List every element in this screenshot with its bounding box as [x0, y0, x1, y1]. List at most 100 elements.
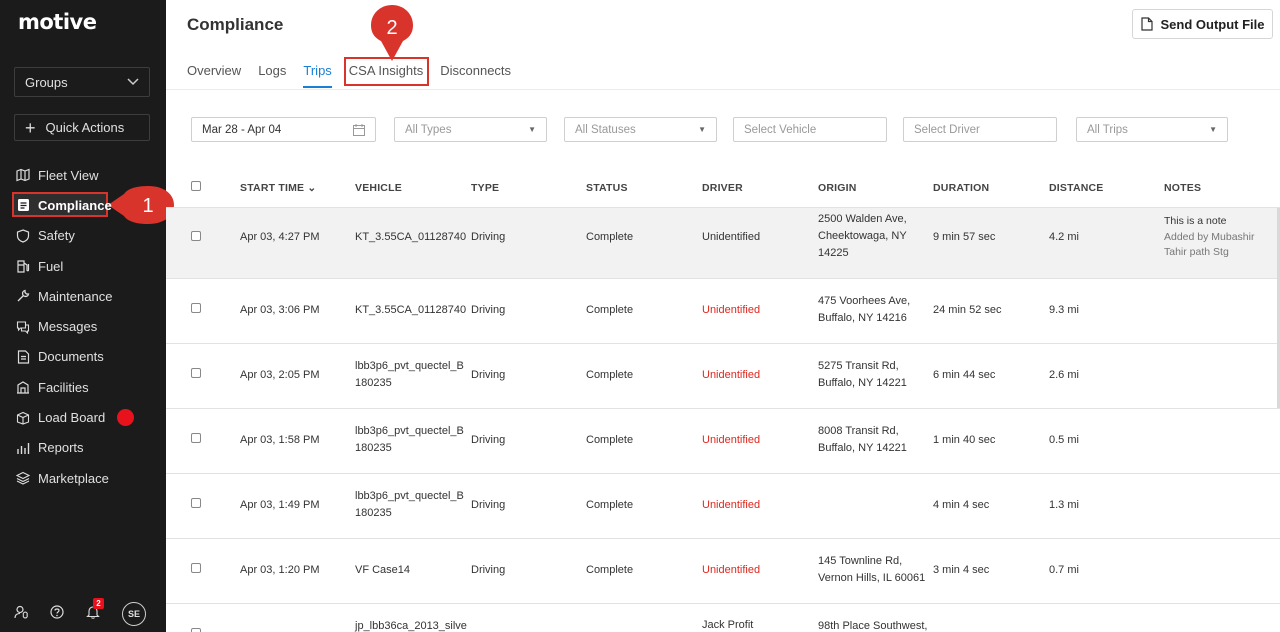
cell-vehicle[interactable]: jp_lbb36ca_2013_silve — [355, 618, 467, 632]
avatar[interactable]: SE — [122, 602, 146, 626]
sidebar-item-label: Messages — [38, 319, 98, 335]
vehicle-select-input[interactable]: Select Vehicle — [733, 117, 887, 142]
user-settings-icon[interactable] — [14, 605, 28, 624]
sidebar-item-documents[interactable]: Documents — [0, 342, 166, 372]
row-checkbox[interactable] — [191, 498, 201, 508]
send-output-file-button[interactable]: Send Output File — [1132, 9, 1273, 39]
cell-distance: 0.7 mi — [1049, 564, 1079, 576]
building-icon — [16, 380, 30, 394]
callout-1-number: 1 — [142, 195, 153, 217]
column-header-origin: ORIGIN — [818, 182, 857, 194]
caret-down-icon: ▼ — [698, 125, 706, 134]
table-row[interactable]: Apr 03, 1:58 PM lbb3p6_pvt_quectel_B 180… — [166, 409, 1280, 474]
driver-select-input[interactable]: Select Driver — [903, 117, 1057, 142]
file-icon — [1140, 17, 1153, 31]
cell-driver[interactable]: Unidentified — [702, 497, 760, 514]
cell-type: Driving — [471, 231, 506, 243]
cell-vehicle[interactable]: lbb3p6_pvt_quectel_B 180235 — [355, 358, 467, 392]
column-header-distance: DISTANCE — [1049, 182, 1104, 194]
cell-type: Driving — [471, 304, 506, 316]
column-header-start-time[interactable]: START TIME ⌄ — [240, 182, 316, 194]
tab-trips[interactable]: Trips — [303, 60, 333, 88]
plus-icon: + — [25, 117, 36, 138]
cell-distance: 2.6 mi — [1049, 369, 1079, 381]
table-row[interactable]: Apr 03, 3:06 PM KT_3.55CA_01128740 Drivi… — [166, 279, 1280, 344]
row-checkbox[interactable] — [191, 231, 201, 241]
cell-status: Complete — [586, 369, 634, 381]
select-all-checkbox[interactable] — [191, 181, 201, 191]
table-row[interactable]: Apr 03, 4:27 PM KT_3.55CA_01128740 Drivi… — [166, 208, 1280, 279]
cell-status: Complete — [586, 304, 634, 316]
row-checkbox[interactable] — [191, 563, 201, 573]
cell-status: Complete — [586, 499, 634, 511]
row-checkbox[interactable] — [191, 628, 201, 632]
motive-logo[interactable]: motive — [18, 10, 97, 34]
chat-icon — [16, 320, 30, 334]
cell-vehicle[interactable]: KT_3.55CA_01128740 — [355, 302, 467, 319]
sidebar-item-label: Facilities — [38, 379, 89, 395]
cell-driver[interactable]: Unidentified — [702, 562, 760, 579]
tab-overview[interactable]: Overview — [187, 60, 241, 88]
cell-origin: 98th Place Southwest, — [818, 620, 928, 632]
main-content: Compliance Send Output File Overview Log… — [166, 0, 1280, 632]
date-range-picker[interactable]: Mar 28 - Apr 04 — [191, 117, 376, 142]
quick-actions-button[interactable]: + Quick Actions — [14, 114, 150, 141]
notifications-button[interactable]: 2 — [86, 597, 104, 624]
cell-driver[interactable]: Unidentified — [702, 367, 760, 384]
column-label: START TIME — [240, 182, 305, 194]
cell-vehicle[interactable]: lbb3p6_pvt_quectel_B 180235 — [355, 423, 467, 457]
sidebar: motive Groups + Quick Actions Fleet View… — [0, 0, 166, 632]
cell-driver[interactable]: Unidentified — [702, 229, 760, 246]
help-icon[interactable] — [50, 604, 64, 624]
sidebar-item-messages[interactable]: Messages — [0, 311, 166, 341]
type-filter-dropdown[interactable]: All Types ▼ — [394, 117, 547, 142]
status-filter-dropdown[interactable]: All Statuses ▼ — [564, 117, 717, 142]
cell-origin: 2500 Walden Ave, Cheektowaga, NY 14225 — [818, 213, 907, 259]
row-checkbox[interactable] — [191, 303, 201, 313]
cell-duration: 24 min 52 sec — [933, 304, 1002, 316]
cell-vehicle[interactable]: lbb3p6_pvt_quectel_B 180235 — [355, 488, 467, 522]
table-row[interactable]: jp_lbb36ca_2013_silve Jack Profit 98th P… — [166, 604, 1280, 632]
cell-distance: 0.5 mi — [1049, 434, 1079, 446]
cell-type: Driving — [471, 564, 506, 576]
cell-start-time: Apr 03, 2:05 PM — [240, 369, 320, 381]
cell-driver[interactable]: Unidentified — [702, 302, 760, 319]
sidebar-item-safety[interactable]: Safety — [0, 221, 166, 251]
table-row[interactable]: Apr 03, 1:49 PM lbb3p6_pvt_quectel_B 180… — [166, 474, 1280, 539]
vehicle-select-placeholder: Select Vehicle — [744, 123, 817, 136]
sort-chevron-icon: ⌄ — [307, 182, 317, 194]
layers-icon — [16, 471, 30, 485]
cell-vehicle[interactable]: VF Case14 — [355, 562, 467, 579]
chart-icon — [16, 441, 30, 455]
sidebar-item-reports[interactable]: Reports — [0, 433, 166, 463]
tab-logs[interactable]: Logs — [258, 60, 286, 88]
cell-type: Driving — [471, 369, 506, 381]
trips-filter-dropdown[interactable]: All Trips ▼ — [1076, 117, 1228, 142]
tab-label: Disconnects — [440, 63, 512, 78]
sidebar-item-maintenance[interactable]: Maintenance — [0, 281, 166, 311]
cell-origin: 145 Townline Rd, Vernon Hills, IL 60061 — [818, 555, 926, 584]
cell-distance: 4.2 mi — [1049, 231, 1079, 243]
cell-driver[interactable]: Jack Profit — [702, 617, 753, 632]
cell-start-time: Apr 03, 1:20 PM — [240, 564, 320, 576]
table-row[interactable]: Apr 03, 2:05 PM lbb3p6_pvt_quectel_B 180… — [166, 344, 1280, 409]
tab-csa-insights[interactable]: CSA Insights — [343, 57, 430, 88]
column-header-notes: NOTES — [1164, 182, 1202, 194]
sidebar-item-facilities[interactable]: Facilities — [0, 372, 166, 402]
cell-distance: 9.3 mi — [1049, 304, 1079, 316]
cell-vehicle[interactable]: KT_3.55CA_01128740 — [355, 229, 467, 246]
groups-dropdown[interactable]: Groups — [14, 67, 150, 97]
sidebar-item-label: Compliance — [38, 197, 112, 213]
sidebar-item-load-board[interactable]: Load Board — [0, 402, 166, 432]
table-row[interactable]: Apr 03, 1:20 PM VF Case14 Driving Comple… — [166, 539, 1280, 604]
row-checkbox[interactable] — [191, 368, 201, 378]
table-header: START TIME ⌄ VEHICLE TYPE STATUS DRIVER … — [166, 172, 1280, 208]
cell-duration: 1 min 40 sec — [933, 434, 996, 446]
sidebar-item-label: Marketplace — [38, 470, 109, 486]
tab-disconnects[interactable]: Disconnects — [440, 60, 511, 88]
sidebar-item-marketplace[interactable]: Marketplace — [0, 463, 166, 493]
row-checkbox[interactable] — [191, 433, 201, 443]
sidebar-item-fuel[interactable]: Fuel — [0, 251, 166, 281]
cell-driver[interactable]: Unidentified — [702, 432, 760, 449]
box-icon — [16, 411, 30, 425]
